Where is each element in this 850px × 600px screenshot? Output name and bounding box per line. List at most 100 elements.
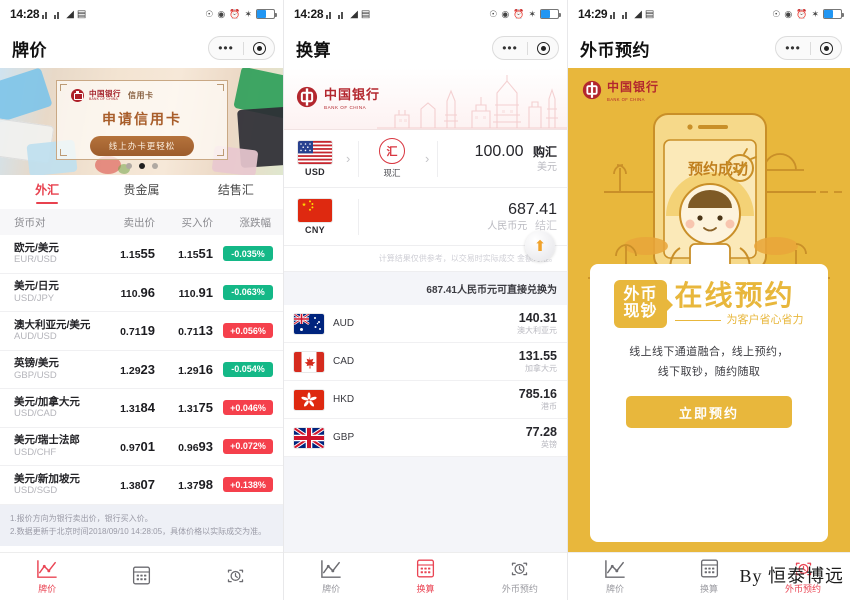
category-tabs: 外汇 贵金属 结售汇 [0, 175, 283, 209]
currency-values: 140.31 澳大利亚元 [517, 311, 557, 336]
buy-price: 1.1551 [178, 246, 213, 262]
list-item[interactable]: GBP 77.28 英镑 [284, 419, 567, 457]
sell-price: 1.3184 [120, 400, 155, 416]
more-menu-button-3[interactable]: ••• [776, 42, 810, 54]
ca-flag-icon [294, 351, 324, 372]
tabbar-item-booking-2[interactable]: 外币预约 [473, 553, 567, 600]
list-item[interactable]: AUD 140.31 澳大利亚元 [284, 305, 567, 343]
col-buy: 买入价 [181, 216, 214, 229]
exchange-mode-selector[interactable]: 汇 现汇 [359, 138, 425, 179]
from-chevron-right-icon: › [346, 151, 351, 166]
phone-character-illustration: 预约成功 [588, 113, 842, 279]
close-miniapp-button[interactable] [244, 41, 274, 55]
from-values[interactable]: 100.00 购汇 美元 [438, 142, 567, 175]
tabbar-item-rates[interactable]: 牌价 [0, 553, 94, 600]
currency-code: CAD [333, 356, 355, 367]
from-amount-row: 100.00 购汇 [438, 142, 557, 162]
data-icon-3: ▤ [644, 8, 655, 20]
tabbar-label-rates-3: 牌价 [605, 583, 624, 594]
status-right: ☉ ◉ ⏰ ✶ [205, 9, 277, 19]
brand-en: BANK OF CHINA [89, 97, 118, 102]
change-cell: +0.056% [213, 323, 275, 339]
pair-name-cn: 英镑/美元 [14, 357, 59, 370]
tab-precious-metals[interactable]: 贵金属 [94, 175, 188, 209]
hero-brand-en: BANK OF CHINA [324, 105, 367, 110]
wifi-icon: ◢ [66, 8, 74, 20]
status-bar-3: 14:29 ◢ ▤ ☉ ◉ ⏰ ✶ [568, 0, 850, 28]
close-miniapp-button-3[interactable] [811, 41, 841, 55]
battery-icon [256, 9, 277, 19]
alarm-clock-icon [228, 569, 244, 582]
currency-name: 加拿大元 [525, 364, 557, 374]
nav-bar-3: 外币预约 ••• [568, 28, 850, 68]
mode-label: 现汇 [383, 168, 401, 178]
pair-name-en: USD/CHF [14, 446, 57, 458]
to-currency-selector[interactable]: CNY [284, 198, 346, 235]
table-row[interactable]: 英镑/美元 GBP/USD 1.2923 1.2916 -0.054% [0, 350, 283, 389]
signal-icon-4 [338, 10, 347, 19]
change-cell: -0.063% [213, 284, 275, 300]
hero-brand-text: 中国银行 BANK OF CHINA [324, 84, 380, 110]
table-row[interactable]: 澳大利亚元/美元 AUD/USD 0.7119 0.7113 +0.056% [0, 312, 283, 351]
tab-forex[interactable]: 外汇 [0, 175, 94, 209]
banner-cta-button[interactable]: 线上办卡更轻松 [90, 136, 194, 156]
table-row[interactable]: 欧元/美元 EUR/USD 1.1555 1.1551 -0.035% [0, 235, 283, 274]
change-cell: -0.054% [213, 361, 275, 377]
page-title-3: 外币预约 [580, 40, 650, 60]
tabbar-item-convert-2[interactable]: 换算 [378, 553, 472, 600]
more-menu-button-2[interactable]: ••• [493, 42, 527, 54]
book-now-button[interactable]: 立即预约 [626, 396, 792, 429]
from-amount-input[interactable]: 100.00 [475, 143, 524, 160]
tabbar-item-convert[interactable] [94, 553, 188, 600]
subhead-rule [674, 319, 721, 322]
sell-price: 110.96 [120, 284, 155, 300]
panel-booking: 14:29 ◢ ▤ ☉ ◉ ⏰ ✶ 外币预约 ••• 中国银行 BANK OF … [568, 0, 850, 600]
pair-name-en: EUR/USD [14, 254, 57, 266]
col-change: 涨跌幅 [239, 216, 272, 229]
close-miniapp-button-2[interactable] [528, 41, 558, 55]
to-values: 687.41 人民币元 结汇 [437, 200, 567, 234]
from-currency-selector[interactable]: USD [284, 140, 346, 177]
more-menu-button[interactable]: ••• [209, 42, 243, 54]
battery-icon-2 [540, 9, 561, 19]
carousel-dot-0[interactable] [125, 163, 132, 169]
currency-values: 131.55 加拿大元 [519, 349, 557, 374]
watermark: By 恒泰博远 [739, 566, 844, 586]
carousel-dot-2[interactable] [151, 163, 158, 169]
tab-settlement[interactable]: 结售汇 [189, 175, 283, 209]
tab-underline-2 [130, 202, 152, 204]
pair-cell: 美元/新加坡元 USD/SGD [8, 473, 97, 497]
pair-name-cn: 澳大利亚元/美元 [14, 318, 91, 331]
tabbar-item-rates-3[interactable]: 牌价 [568, 553, 662, 600]
calculator-icon [132, 566, 151, 584]
nav-capsule-2: ••• [492, 36, 559, 60]
promo-banner[interactable]: 中国银行 BANK OF CHINA 信用卡 申请信用卡 线上办卡更轻松 [0, 68, 283, 175]
swap-arrow-icon[interactable]: ⬆ [525, 231, 555, 261]
pair-name-en: USD/JPY [14, 292, 55, 304]
list-item[interactable]: HKD 785.16 港币 [284, 381, 567, 419]
row-divider-3 [358, 198, 359, 235]
frame-corner-tl [60, 84, 67, 91]
currency-name: 英镑 [541, 440, 557, 450]
nav-bar-2: 换算 ••• [284, 28, 567, 68]
list-item[interactable]: CAD 131.55 加拿大元 [284, 343, 567, 381]
pair-name-cn: 欧元/美元 [14, 241, 59, 254]
promo-page: 中国银行 BANK OF CHINA 预约成功 外币 现钞 在线预约 为客户省心… [568, 68, 850, 552]
status-badge: -0.035% [223, 246, 273, 262]
table-row[interactable]: 美元/日元 USD/JPY 110.96 110.91 -0.063% [0, 273, 283, 312]
table-row[interactable]: 美元/新加坡元 USD/SGD 1.3807 1.3798 +0.138% [0, 466, 283, 505]
tabbar-item-booking[interactable] [189, 553, 283, 600]
table-row[interactable]: 美元/加拿大元 USD/CAD 1.3184 1.3175 +0.046% [0, 389, 283, 428]
currency-code: HKD [333, 394, 355, 405]
carousel-dot-1[interactable] [138, 163, 145, 169]
data-icon: ▤ [76, 8, 87, 20]
note-2: 2.数据更新于北京时间2018/09/10 14:28:05，具体价格以实际成交… [10, 527, 267, 537]
banner-title: 申请信用卡 [102, 111, 182, 127]
currency-amount: 131.55 [518, 349, 557, 364]
tabbar-item-rates-2[interactable]: 牌价 [284, 553, 378, 600]
tabbar-label-booking-2: 外币预约 [501, 584, 538, 594]
gb-flag-icon [294, 427, 324, 448]
pair-name-en: USD/SGD [14, 485, 58, 497]
bluetooth-icon-2: ✶ [528, 8, 536, 19]
table-row[interactable]: 美元/瑞士法郎 USD/CHF 0.9701 0.9693 +0.072% [0, 427, 283, 466]
